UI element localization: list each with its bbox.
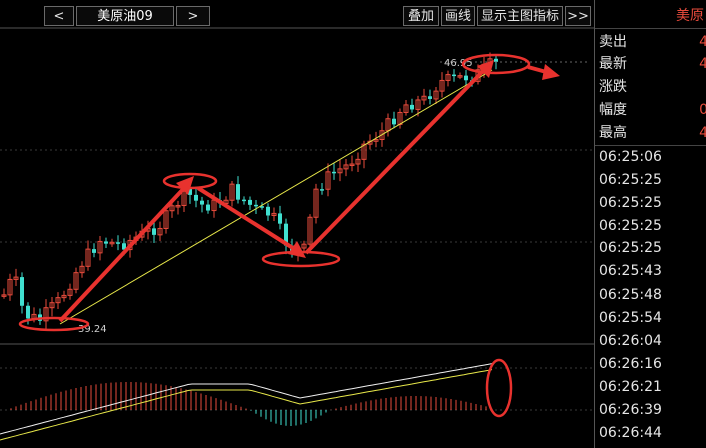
trade-time: 06:25:25 (599, 218, 662, 234)
chart-window: < 美原油09 > 叠加 画线 显示主图指标 >> 46.95 39.24 美原… (0, 0, 706, 448)
candle-body (254, 204, 258, 207)
trade-time: 06:26:21 (599, 379, 662, 395)
candle-body (20, 277, 24, 306)
candle-body (266, 206, 270, 216)
trade-time: 06:25:48 (599, 287, 662, 303)
low-price-label: 39.24 (78, 324, 107, 335)
quote-value-high: 4 (699, 125, 706, 141)
candle-body (206, 204, 210, 211)
candle-body (320, 189, 324, 191)
trade-time: 06:26:16 (599, 356, 662, 372)
quote-label-change: 涨跌 (599, 79, 627, 95)
candle-body (428, 96, 432, 99)
quote-label-ask: 卖出 (599, 34, 627, 50)
candle-body (152, 228, 156, 235)
quote-value-last: 4 (699, 56, 706, 72)
candle-body (242, 199, 246, 202)
quote-title: 美原 (676, 8, 704, 24)
trade-time: 06:25:43 (599, 263, 662, 279)
quote-label-last: 最新 (599, 56, 627, 72)
candle-body (332, 171, 336, 174)
arrow-up-1 (58, 184, 188, 323)
trade-time: 06:25:25 (599, 195, 662, 211)
macd-circle (485, 358, 513, 418)
candle-body (236, 184, 240, 200)
trade-time: 06:25:54 (599, 310, 662, 326)
candle-body (410, 104, 414, 110)
candle-body (248, 199, 252, 205)
quote-label-high: 最高 (599, 125, 627, 141)
macd-line (0, 369, 493, 441)
candles-layer (1, 52, 498, 330)
trade-time: 06:25:25 (599, 240, 662, 256)
candle-body (116, 242, 120, 244)
candle-body (464, 75, 468, 81)
arrow-heads (176, 60, 560, 258)
candle-body (26, 305, 30, 319)
candle-body (452, 74, 456, 77)
quote-label-percent: 幅度 (599, 102, 627, 118)
candle-body (278, 213, 282, 224)
candle-body (392, 118, 396, 125)
quote-value-ask: 4 (699, 34, 706, 50)
macd-layer (0, 363, 493, 441)
arrow-head (542, 64, 560, 80)
quote-value-percent: 0 (699, 102, 706, 118)
trade-time: 06:26:44 (599, 425, 662, 441)
arrow-up-2 (304, 66, 488, 255)
candle-body (194, 194, 198, 201)
candlestick-chart: 46.95 39.24 (0, 27, 594, 441)
trade-time: 06:25:06 (599, 149, 662, 165)
quote-panel: 美原 卖出 4 最新 4 涨跌 幅度 0 最高 4 06:25:06 06:25… (594, 0, 706, 448)
macd-line (0, 363, 493, 435)
candle-body (494, 58, 498, 62)
candle-body (92, 249, 96, 253)
trade-time: 06:25:25 (599, 172, 662, 188)
trade-time: 06:26:04 (599, 333, 662, 349)
trend-line (59, 69, 493, 325)
divider (595, 28, 706, 29)
trade-time: 06:26:39 (599, 402, 662, 418)
candle-body (104, 241, 108, 244)
candle-body (200, 200, 204, 205)
